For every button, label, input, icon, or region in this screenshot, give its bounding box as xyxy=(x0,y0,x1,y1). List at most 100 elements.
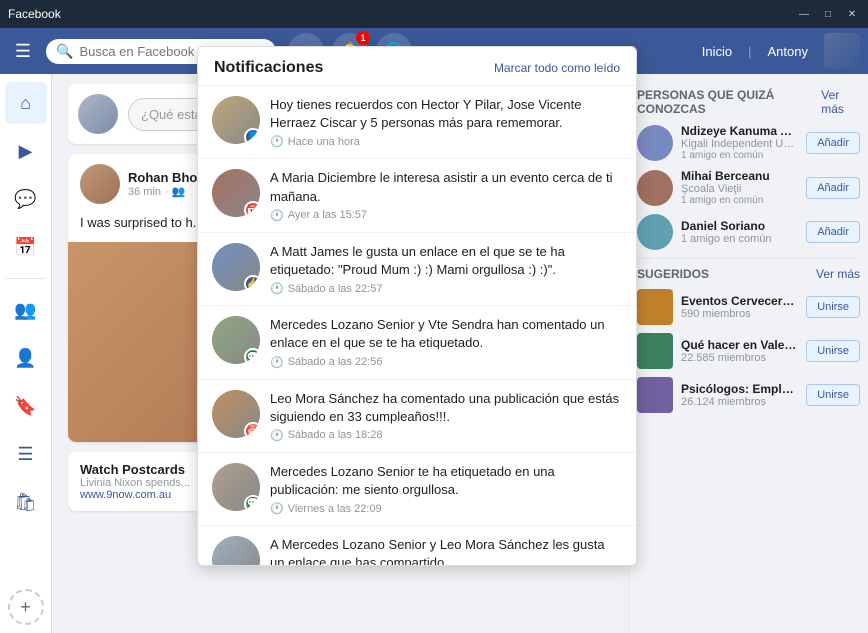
sidebar-divider-line xyxy=(637,258,860,259)
group-members-1: 22.585 miembros xyxy=(681,352,798,364)
hamburger-button[interactable]: ☰ xyxy=(8,37,38,66)
notif-type-icon-0: 📘 xyxy=(244,128,260,144)
friend-info-0: Ndizeye Kanuma Alain Kigali Independent … xyxy=(681,124,798,161)
group-item: Qué hacer en Valencia ... 22.585 miembro… xyxy=(637,333,860,369)
add-friend-button-2[interactable]: Añadir xyxy=(806,221,860,243)
notif-text-1: A Maria Diciembre le interesa asistir a … xyxy=(270,169,622,205)
notif-type-icon-2: 👍 xyxy=(244,275,260,291)
add-friend-button-1[interactable]: Añadir xyxy=(806,177,860,199)
user-avatar[interactable] xyxy=(824,33,860,69)
group-avatar-1 xyxy=(637,333,673,369)
friends-see-more[interactable]: Ver más xyxy=(821,88,860,116)
notif-time-0: 🕐 Hace una hora xyxy=(270,135,622,148)
titlebar: Facebook — □ ✕ xyxy=(0,0,868,28)
notif-time-5: 🕐 Viernes a las 22:09 xyxy=(270,502,622,515)
sidebar-item-saved[interactable]: 🔖 xyxy=(5,385,47,427)
clock-icon: 🕐 xyxy=(270,356,284,369)
friend-detail-0: Kigali Independent Univers... xyxy=(681,138,798,150)
group-name-1: Qué hacer en Valencia ... xyxy=(681,338,798,352)
search-icon: 🔍 xyxy=(56,43,73,60)
clock-icon: 🕐 xyxy=(270,209,284,222)
notif-avatar-1: 📅 xyxy=(212,169,260,217)
notif-time-1: 🕐 Ayer a las 15:57 xyxy=(270,209,622,222)
home-link[interactable]: Inicio xyxy=(696,40,738,63)
titlebar-title: Facebook xyxy=(8,7,61,21)
notif-content-3: Mercedes Lozano Senior y Vte Sendra han … xyxy=(270,316,622,368)
notification-item[interactable]: 📘 Hoy tienes recuerdos con Hector Y Pila… xyxy=(198,86,636,159)
app-title: Facebook xyxy=(8,7,61,21)
notification-item[interactable]: 💬 Mercedes Lozano Senior te ha etiquetad… xyxy=(198,453,636,526)
friend-mutual-0: 1 amigo en común xyxy=(681,150,798,161)
friend-detail-1: Şcoala Vieţii xyxy=(681,183,798,195)
sidebar-item-watch[interactable]: ▶ xyxy=(5,130,47,172)
notif-text-4: Leo Mora Sánchez ha comentado una public… xyxy=(270,390,622,426)
notification-item[interactable]: 👍 A Matt James le gusta un enlace en el … xyxy=(198,233,636,306)
sidebar-item-chat[interactable]: 💬 xyxy=(5,178,47,220)
notif-avatar-4: 🎂 xyxy=(212,390,260,438)
sidebar-add-button[interactable]: + xyxy=(8,589,44,625)
right-sidebar: PERSONAS QUE QUIZÁ CONOZCAS Ver más Ndiz… xyxy=(628,74,868,633)
close-button[interactable]: ✕ xyxy=(844,6,860,22)
sidebar-item-home[interactable]: ⌂ xyxy=(5,82,47,124)
sidebar-item-more[interactable]: ☰ xyxy=(5,433,47,475)
mark-all-read-button[interactable]: Marcar todo como leído xyxy=(494,74,620,75)
notifications-header: Notificaciones Marcar todo como leído xyxy=(198,74,636,86)
group-info-0: Eventos Cerveceros Cra... 590 miembros xyxy=(681,294,798,320)
friend-info-2: Daniel Soriano 1 amigo en común xyxy=(681,219,798,245)
group-item: Psicólogos: Empleo y f... 26.124 miembro… xyxy=(637,377,860,413)
notification-item[interactable]: 💬 Mercedes Lozano Senior y Vte Sendra ha… xyxy=(198,306,636,379)
sidebar-item-marketplace[interactable]: 🛍 xyxy=(5,481,47,523)
notification-badge: 1 xyxy=(356,31,370,45)
post-author-avatar xyxy=(80,164,120,204)
notif-type-icon-5: 💬 xyxy=(244,495,260,511)
friend-mutual-1: 1 amigo en común xyxy=(681,195,798,206)
notif-avatar-5: 💬 xyxy=(212,463,260,511)
notification-item[interactable]: 📅 A Maria Diciembre le interesa asistir … xyxy=(198,159,636,232)
group-name-2: Psicólogos: Empleo y f... xyxy=(681,382,798,396)
notif-time-3: 🕐 Sábado a las 22:56 xyxy=(270,356,622,369)
maximize-button[interactable]: □ xyxy=(820,6,836,22)
groups-list: Eventos Cerveceros Cra... 590 miembros U… xyxy=(637,289,860,413)
friend-avatar-1 xyxy=(637,170,673,206)
friend-name-1: Mihai Berceanu xyxy=(681,169,798,183)
notification-item[interactable]: 🎂 Leo Mora Sánchez ha comentado una publ… xyxy=(198,380,636,453)
notif-content-0: Hoy tienes recuerdos con Hector Y Pilar,… xyxy=(270,96,622,148)
notif-avatar-0: 📘 xyxy=(212,96,260,144)
user-name[interactable]: Antony xyxy=(762,40,814,63)
friends-section-header: PERSONAS QUE QUIZÁ CONOZCAS Ver más xyxy=(637,88,860,116)
sidebar-item-calendar[interactable]: 📅 xyxy=(5,226,47,268)
notifications-title: Notificaciones xyxy=(214,74,323,77)
notif-type-icon-3: 💬 xyxy=(244,348,260,364)
group-members-0: 590 miembros xyxy=(681,308,798,320)
nav-divider: | xyxy=(748,44,751,59)
groups-section-title: SUGERIDOS xyxy=(637,267,709,281)
friend-item: Daniel Soriano 1 amigo en común Añadir xyxy=(637,214,860,250)
join-group-button-1[interactable]: Unirse xyxy=(806,340,860,362)
join-group-button-0[interactable]: Unirse xyxy=(806,296,860,318)
groups-see-more[interactable]: Ver más xyxy=(816,267,860,281)
minimize-button[interactable]: — xyxy=(796,6,812,22)
clock-icon: 🕐 xyxy=(270,429,284,442)
group-item: Eventos Cerveceros Cra... 590 miembros U… xyxy=(637,289,860,325)
join-group-button-2[interactable]: Unirse xyxy=(806,384,860,406)
notif-text-6: A Mercedes Lozano Senior y Leo Mora Sánc… xyxy=(270,536,622,566)
notifications-list: 📘 Hoy tienes recuerdos con Hector Y Pila… xyxy=(198,86,636,566)
post-time: 36 min xyxy=(128,186,161,198)
post-friends-icon: · 👥 xyxy=(165,185,185,198)
main-layout: ⌂ ▶ 💬 📅 👥 👤 🔖 ☰ 🛍 + ¿Qué está... 📷 Foto … xyxy=(0,74,868,633)
group-members-2: 26.124 miembros xyxy=(681,396,798,408)
friends-list: Ndizeye Kanuma Alain Kigali Independent … xyxy=(637,124,860,250)
titlebar-controls: — □ ✕ xyxy=(796,6,860,22)
notif-time-2: 🕐 Sábado a las 22:57 xyxy=(270,282,622,295)
friend-name-0: Ndizeye Kanuma Alain xyxy=(681,124,798,138)
friend-avatar-2 xyxy=(637,214,673,250)
clock-icon: 🕐 xyxy=(270,135,284,148)
friend-name-2: Daniel Soriano xyxy=(681,219,798,233)
add-friend-button-0[interactable]: Añadir xyxy=(806,132,860,154)
notification-item[interactable]: 👍 A Mercedes Lozano Senior y Leo Mora Sá… xyxy=(198,526,636,566)
notif-content-4: Leo Mora Sánchez ha comentado una public… xyxy=(270,390,622,442)
sidebar-item-profile[interactable]: 👤 xyxy=(5,337,47,379)
friend-detail-2: 1 amigo en común xyxy=(681,233,798,245)
sidebar-item-groups[interactable]: 👥 xyxy=(5,289,47,331)
notif-type-icon-1: 📅 xyxy=(244,201,260,217)
